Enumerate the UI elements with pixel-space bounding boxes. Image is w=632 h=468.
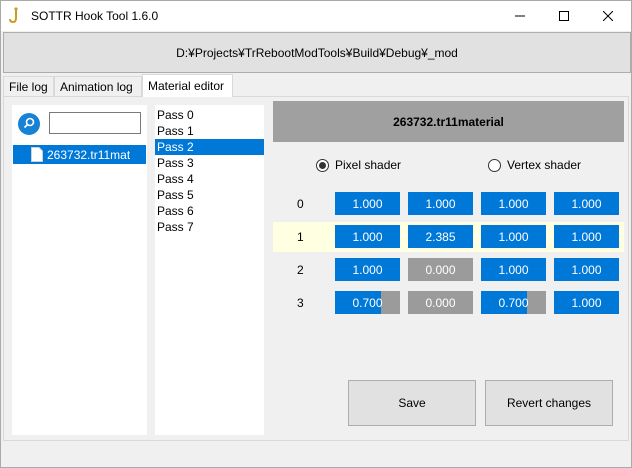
search-input[interactable] <box>49 112 141 134</box>
value-cell[interactable]: 0.000 <box>408 258 473 281</box>
value-cell[interactable]: 1.000 <box>335 225 400 248</box>
param-row: 0 1.000 1.000 1.000 1.000 <box>273 189 624 219</box>
value-cell[interactable]: 1.000 <box>554 291 619 314</box>
pixel-shader-radio[interactable]: Pixel shader <box>316 158 401 172</box>
revert-changes-button[interactable]: Revert changes <box>485 380 613 426</box>
app-window: SOTTR Hook Tool 1.6.0 D:¥Projects¥TrRebo… <box>0 0 632 468</box>
pass-item[interactable]: Pass 6 <box>155 203 264 219</box>
vertex-shader-label: Vertex shader <box>507 158 582 172</box>
minimize-button[interactable] <box>497 1 543 31</box>
search-icon <box>23 117 35 132</box>
row-label: 2 <box>297 263 304 277</box>
search-button[interactable] <box>18 113 40 135</box>
param-row: 2 1.000 0.000 1.000 1.000 <box>273 255 624 285</box>
title-bar: SOTTR Hook Tool 1.6.0 <box>1 1 631 31</box>
pass-item[interactable]: Pass 7 <box>155 219 264 235</box>
vertex-shader-radio[interactable]: Vertex shader <box>488 158 581 172</box>
path-label: D:¥Projects¥TrRebootModTools¥Build¥Debug… <box>176 45 458 60</box>
window-title: SOTTR Hook Tool 1.6.0 <box>31 9 159 23</box>
param-row-highlighted: 1 1.000 2.385 1.000 1.000 <box>273 222 624 252</box>
value-cell[interactable]: 1.000 <box>554 258 619 281</box>
pass-list[interactable]: Pass 0 Pass 1 Pass 2 Pass 3 Pass 4 Pass … <box>155 105 264 435</box>
tab-material-editor[interactable]: Material editor <box>142 74 233 97</box>
row-label: 1 <box>297 230 304 244</box>
value-cell[interactable]: 1.000 <box>335 192 400 215</box>
hook-icon <box>9 7 23 25</box>
value-cell[interactable]: 1.000 <box>481 192 546 215</box>
value-cell[interactable]: 0.700 <box>335 291 400 314</box>
pass-item-selected[interactable]: Pass 2 <box>155 139 264 155</box>
pass-item[interactable]: Pass 4 <box>155 171 264 187</box>
pass-item[interactable]: Pass 0 <box>155 107 264 123</box>
tab-animation-log[interactable]: Animation log <box>54 76 142 96</box>
value-cell[interactable]: 1.000 <box>554 192 619 215</box>
list-item[interactable]: 263732.tr11mat <box>13 145 146 164</box>
value-cell[interactable]: 1.000 <box>335 258 400 281</box>
pass-item[interactable]: Pass 1 <box>155 123 264 139</box>
value-cell[interactable]: 1.000 <box>554 225 619 248</box>
path-button[interactable]: D:¥Projects¥TrRebootModTools¥Build¥Debug… <box>3 32 631 73</box>
document-icon <box>31 147 43 162</box>
value-cell[interactable]: 1.000 <box>481 258 546 281</box>
pass-item[interactable]: Pass 3 <box>155 155 264 171</box>
value-cell[interactable]: 1.000 <box>408 192 473 215</box>
save-button[interactable]: Save <box>348 380 476 426</box>
close-button[interactable] <box>585 1 631 31</box>
value-cell[interactable]: 2.385 <box>408 225 473 248</box>
value-cell[interactable]: 0.000 <box>408 291 473 314</box>
pixel-shader-label: Pixel shader <box>335 158 402 172</box>
param-row: 3 0.700 0.000 0.700 1.000 <box>273 288 624 318</box>
row-label: 3 <box>297 296 304 310</box>
file-item-label: 263732.tr11mat <box>47 147 131 162</box>
radio-unchecked-icon <box>488 158 501 172</box>
maximize-button[interactable] <box>541 1 587 31</box>
value-cell[interactable]: 0.700 <box>481 291 546 314</box>
tab-file-log[interactable]: File log <box>3 76 54 96</box>
pass-item[interactable]: Pass 5 <box>155 187 264 203</box>
value-cell[interactable]: 1.000 <box>481 225 546 248</box>
radio-checked-icon <box>316 158 329 172</box>
row-label: 0 <box>297 197 304 211</box>
material-name-header: 263732.tr11material <box>273 101 624 142</box>
